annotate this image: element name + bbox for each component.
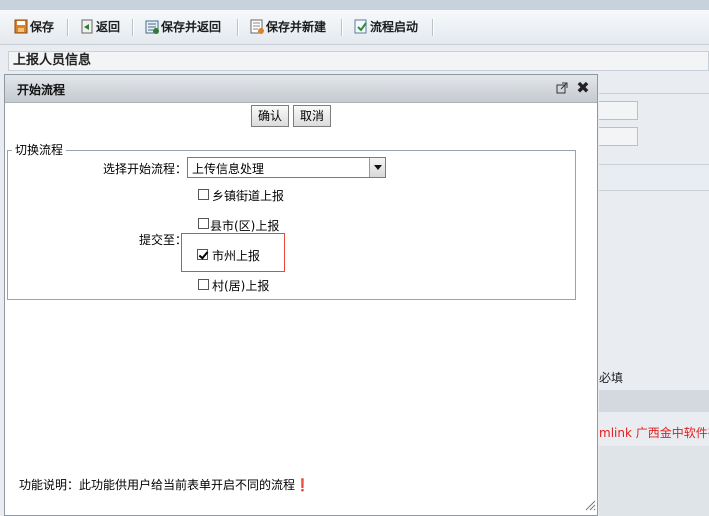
popout-icon[interactable] (556, 82, 568, 94)
toolbar-separator (432, 19, 434, 36)
save-and-new-label: 保存并新建 (266, 20, 327, 34)
save-icon (14, 19, 28, 34)
cancel-button[interactable]: 取消 (293, 105, 331, 127)
function-description: 功能说明：此功能供用户给当前表单开启不同的流程❗ (19, 478, 310, 492)
flow-select[interactable]: 上传信息处理 (187, 157, 386, 178)
flow-select-value: 上传信息处理 (192, 162, 265, 176)
select-flow-label: 选择开始流程： (103, 162, 188, 176)
start-flow-icon (354, 19, 367, 34)
copyright-text: mlink 广西金中软件有 (599, 426, 709, 440)
resize-handle-icon[interactable] (584, 499, 596, 511)
option-label-township: 乡镇街道上报 (212, 189, 285, 203)
option-label-city: 市州上报 (212, 249, 261, 263)
submit-to-label: 提交至： (139, 233, 188, 247)
confirm-button[interactable]: 确认 (251, 105, 289, 127)
section-title: 上报人员信息 (8, 51, 709, 71)
background-footer (599, 446, 709, 516)
background-button-bar (599, 390, 709, 412)
dialog-header[interactable]: 开始流程 ✖ (5, 75, 597, 103)
top-strip (0, 0, 709, 10)
back-icon (81, 19, 93, 34)
toolbar-separator (67, 19, 69, 36)
chevron-down-icon[interactable] (369, 158, 385, 177)
dialog-title: 开始流程 (17, 83, 66, 97)
toolbar-separator (132, 19, 134, 36)
form-row-divider (599, 93, 709, 94)
close-icon[interactable]: ✖ (575, 79, 591, 97)
toolbar: 保存 返回 保存并返回 保存并新建 流程启动 (0, 10, 709, 45)
option-checkbox-village[interactable] (198, 279, 209, 290)
save-new-icon (250, 19, 264, 34)
back-label: 返回 (96, 20, 121, 34)
form-row-divider (599, 190, 709, 191)
option-label-county: 县市(区)上报 (210, 219, 280, 233)
option-checkbox-county[interactable] (198, 218, 209, 229)
background-form-panel (599, 72, 709, 416)
background-input[interactable] (599, 127, 638, 146)
start-flow-label: 流程启动 (370, 20, 419, 34)
save-back-icon (145, 20, 159, 34)
save-and-back-label: 保存并返回 (161, 20, 222, 34)
required-note: 必填 (599, 371, 624, 385)
option-checkbox-city[interactable] (197, 249, 208, 260)
save-label: 保存 (30, 20, 55, 34)
toolbar-separator (237, 19, 239, 36)
option-label-village: 村(居)上报 (212, 279, 270, 293)
background-input[interactable] (599, 101, 638, 120)
toolbar-separator (341, 19, 343, 36)
fieldset-legend: 切换流程 (12, 141, 67, 158)
form-row-divider (599, 164, 709, 165)
option-checkbox-township[interactable] (198, 189, 209, 200)
